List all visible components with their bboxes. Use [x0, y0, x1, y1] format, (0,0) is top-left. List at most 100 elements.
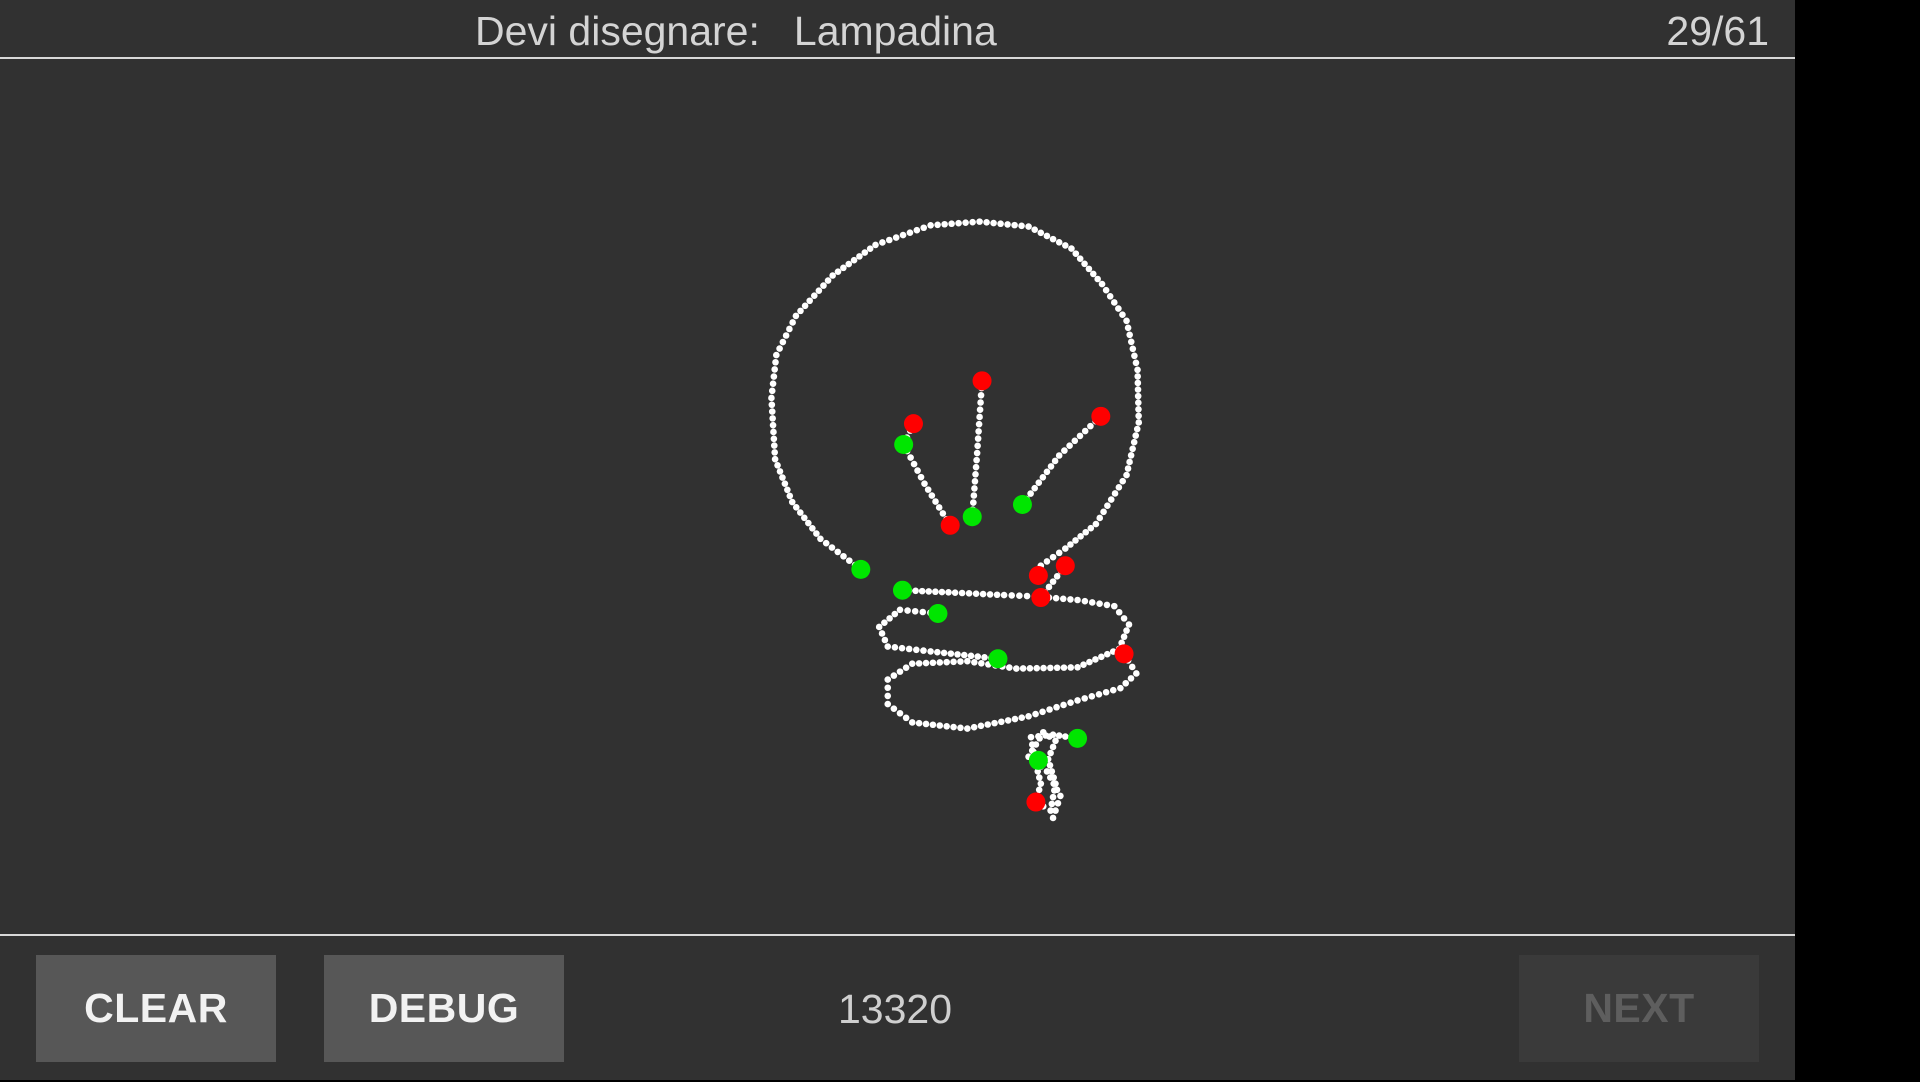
stroke-dot: [1047, 463, 1055, 470]
stroke-dot: [1132, 359, 1140, 367]
stroke-dot: [1000, 591, 1008, 599]
stroke-dot: [957, 724, 964, 732]
stroke-dot: [1055, 238, 1063, 246]
stroke-dot: [1135, 405, 1142, 413]
stroke-dot: [1049, 743, 1057, 751]
stroke-dot: [768, 394, 775, 402]
stroke-dot: [884, 692, 892, 700]
stroke-dot: [1115, 608, 1123, 616]
stroke-dot: [896, 709, 904, 717]
stroke-dot: [770, 442, 778, 449]
stroke-dot: [1104, 502, 1111, 510]
stroke-dot: [981, 654, 988, 661]
clear-button[interactable]: CLEAR: [36, 955, 276, 1062]
stroke-dot: [1067, 541, 1074, 548]
stroke-end-marker: [1114, 644, 1134, 664]
stroke-dot: [1109, 686, 1117, 694]
stroke-dot: [1047, 664, 1054, 672]
stroke-dot: [919, 608, 927, 616]
stroke-dot: [1037, 229, 1045, 237]
stroke-dot: [779, 338, 787, 346]
stroke-dot: [1103, 650, 1111, 658]
stroke-dot: [1062, 545, 1069, 552]
stroke-end-marker: [1028, 566, 1048, 586]
stroke-dot: [932, 498, 939, 505]
stroke-dot: [1049, 793, 1057, 801]
stroke-dot: [1120, 615, 1128, 622]
stroke-dot: [1117, 684, 1124, 692]
stroke-dot: [1045, 583, 1053, 591]
stroke-dot: [866, 245, 874, 253]
stroke-dot: [941, 220, 948, 228]
stroke-dot: [810, 292, 818, 300]
stroke-dot: [782, 332, 790, 339]
stroke-dot: [1134, 386, 1142, 393]
stroke-dot: [1134, 392, 1142, 400]
stroke-dot: [902, 664, 910, 671]
stroke-dot: [1088, 599, 1096, 606]
stroke-dot: [806, 297, 813, 305]
stroke-dot: [1081, 695, 1088, 702]
stroke-dot: [1119, 477, 1127, 485]
stroke-dot: [1077, 533, 1084, 540]
stroke-dot: [1052, 737, 1059, 745]
stroke-dot: [1123, 317, 1130, 325]
stroke-dot: [973, 456, 980, 464]
stroke-dot: [1081, 427, 1089, 435]
stroke-dot: [1047, 749, 1054, 757]
stroke-end-marker: [940, 515, 960, 535]
stroke-dot: [983, 219, 990, 226]
stroke-dot: [912, 587, 919, 595]
stroke-dot: [974, 435, 982, 442]
stroke-dot: [1032, 710, 1039, 718]
next-button[interactable]: NEXT: [1519, 955, 1759, 1062]
stroke-dot: [1122, 679, 1130, 687]
stroke-dot: [910, 460, 918, 468]
stroke-dot: [1106, 293, 1114, 300]
stroke-dot: [1134, 379, 1142, 387]
debug-button[interactable]: DEBUG: [324, 955, 564, 1062]
stroke-dot: [1082, 528, 1090, 536]
stroke-dot: [935, 504, 943, 511]
stroke-dot: [845, 557, 853, 564]
stroke-dot: [1053, 664, 1061, 672]
stroke-start-marker: [851, 559, 871, 579]
drawing-canvas[interactable]: [0, 59, 1795, 934]
stroke-dot: [934, 648, 941, 656]
stroke-dot: [1039, 708, 1046, 716]
stroke-dot: [769, 380, 777, 387]
stroke-dot: [1055, 452, 1063, 459]
stroke-dot: [1060, 664, 1068, 671]
stroke-dot: [1062, 733, 1069, 740]
stroke-dot: [805, 519, 812, 527]
stroke-dot: [907, 454, 914, 461]
stroke-dot: [899, 231, 907, 239]
stroke-dot: [1134, 366, 1141, 374]
stroke-dot: [801, 302, 809, 310]
stroke-dot: [788, 498, 796, 506]
stroke-dot: [1135, 399, 1142, 407]
stroke-dot: [947, 650, 955, 657]
drawing-prompt: Devi disegnare: Lampadina: [475, 8, 997, 55]
stroke-dot: [1062, 242, 1069, 249]
stroke-dot: [896, 668, 904, 675]
stroke-dot: [986, 591, 994, 598]
stroke-dot: [984, 721, 992, 728]
stroke-dot: [1128, 663, 1136, 671]
stroke-dot: [1096, 600, 1103, 607]
stroke-dot: [991, 719, 998, 727]
stroke-dot: [1123, 471, 1130, 479]
stroke-dot: [913, 226, 921, 234]
stroke-dot: [908, 660, 916, 667]
stroke-dot: [1100, 508, 1107, 516]
stroke-dot: [1013, 665, 1020, 672]
stroke-dot: [834, 268, 842, 275]
stroke-dot: [1103, 601, 1111, 609]
stroke-dot: [768, 401, 776, 409]
stroke-dot: [1107, 496, 1115, 503]
stroke-dot: [797, 307, 804, 315]
stroke-start-marker: [962, 507, 982, 527]
stroke-dot: [950, 658, 957, 666]
stroke-dot: [813, 530, 820, 537]
stroke-dot: [967, 652, 975, 660]
